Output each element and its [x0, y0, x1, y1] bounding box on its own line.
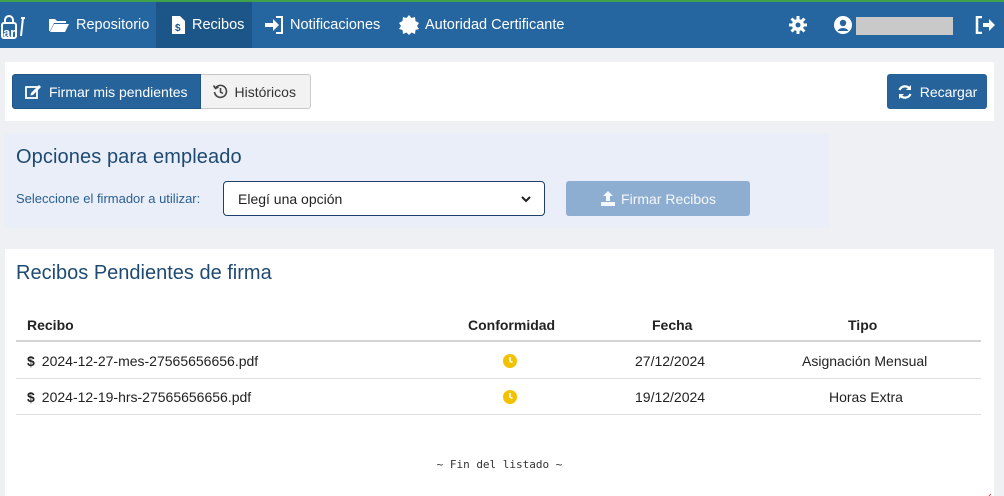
nav-repositorio[interactable]: Repositorio	[38, 2, 159, 48]
column-conformidad[interactable]: Conformidad	[468, 317, 555, 333]
sign-receipts-button[interactable]: Firmar Recibos	[566, 181, 750, 216]
edit-icon	[25, 84, 42, 99]
sign-out-icon[interactable]	[975, 2, 995, 48]
view-toggle-group: Firmar mis pendientes Históricos	[12, 74, 311, 109]
tab-firmar-pendientes[interactable]: Firmar mis pendientes	[12, 74, 201, 109]
nav-autoridad-label: Autoridad Certificante	[425, 17, 565, 33]
table-header: Recibo Conformidad Fecha Tipo	[16, 307, 981, 342]
svg-text:$: $	[175, 23, 181, 34]
receipt-file-cell[interactable]: $ 2024-12-19-hrs-27565656656.pdf	[27, 389, 251, 405]
user-circle-icon[interactable]	[833, 2, 853, 48]
history-icon	[212, 84, 228, 99]
reload-button-label: Recargar	[919, 83, 978, 100]
nav-recibos[interactable]: $ Recibos	[156, 2, 252, 48]
resize-handle-icon	[984, 488, 992, 496]
options-title: Opciones para empleado	[16, 146, 242, 168]
user-name-redacted	[856, 17, 953, 35]
clock-icon	[503, 390, 517, 404]
tab-historicos-label: Históricos	[234, 83, 296, 100]
receipt-file-name[interactable]: 2024-12-19-hrs-27565656656.pdf	[42, 389, 251, 405]
action-toolbar: Firmar mis pendientes Históricos Recarga…	[5, 62, 994, 121]
nav-recibos-label: Recibos	[192, 17, 245, 33]
certificate-icon	[399, 15, 419, 35]
gear-icon[interactable]	[788, 2, 808, 48]
end-of-list-note: ~ Fin del listado ~	[436, 458, 563, 471]
column-recibo[interactable]: Recibo	[27, 317, 74, 333]
nav-notificaciones[interactable]: Notificaciones	[264, 2, 380, 48]
app-logo[interactable]: ar	[0, 14, 30, 40]
signer-label: Seleccione el firmador a utilizar:	[16, 191, 201, 206]
chevron-down-icon	[520, 192, 532, 208]
svg-text:ar: ar	[3, 25, 15, 40]
receipt-icon: $	[170, 15, 186, 35]
sign-in-icon	[264, 16, 284, 34]
receipt-type: Asignación Mensual	[802, 353, 928, 369]
column-fecha[interactable]: Fecha	[652, 317, 692, 333]
tab-historicos[interactable]: Históricos	[200, 74, 311, 109]
sign-receipts-label: Firmar Recibos	[621, 190, 716, 207]
reload-button[interactable]: Recargar	[887, 74, 987, 109]
signer-select-value: Elegí una opción	[238, 190, 343, 207]
upload-icon	[600, 191, 616, 206]
dollar-icon: $	[27, 353, 35, 369]
pending-receipts-panel: Recibos Pendientes de firma Recibo Confo…	[5, 249, 994, 496]
receipt-date: 27/12/2024	[635, 353, 706, 369]
top-navbar: ar Repositorio $ Recibos Notificaciones …	[0, 0, 1004, 48]
refresh-icon	[897, 84, 913, 100]
receipt-type: Horas Extra	[829, 389, 903, 405]
dollar-icon: $	[27, 389, 35, 405]
list-title: Recibos Pendientes de firma	[16, 262, 272, 284]
column-tipo[interactable]: Tipo	[848, 317, 877, 333]
nav-repositorio-label: Repositorio	[76, 17, 150, 33]
clock-icon	[503, 354, 517, 368]
signer-select[interactable]: Elegí una opción	[223, 181, 545, 216]
nav-autoridad-certificante[interactable]: Autoridad Certificante	[399, 2, 564, 48]
receipt-file-name[interactable]: 2024-12-27-mes-27565656656.pdf	[42, 353, 258, 369]
receipt-file-cell[interactable]: $ 2024-12-27-mes-27565656656.pdf	[27, 353, 258, 369]
table-row[interactable]: $ 2024-12-27-mes-27565656656.pdf 27/12/2…	[16, 343, 981, 379]
receipt-date: 19/12/2024	[635, 389, 706, 405]
nav-notificaciones-label: Notificaciones	[290, 17, 381, 33]
folder-open-icon	[48, 17, 70, 33]
table-row[interactable]: $ 2024-12-19-hrs-27565656656.pdf 19/12/2…	[16, 379, 981, 415]
tab-firmar-pendientes-label: Firmar mis pendientes	[49, 83, 188, 100]
employee-options-panel: Opciones para empleado Seleccione el fir…	[4, 133, 830, 228]
